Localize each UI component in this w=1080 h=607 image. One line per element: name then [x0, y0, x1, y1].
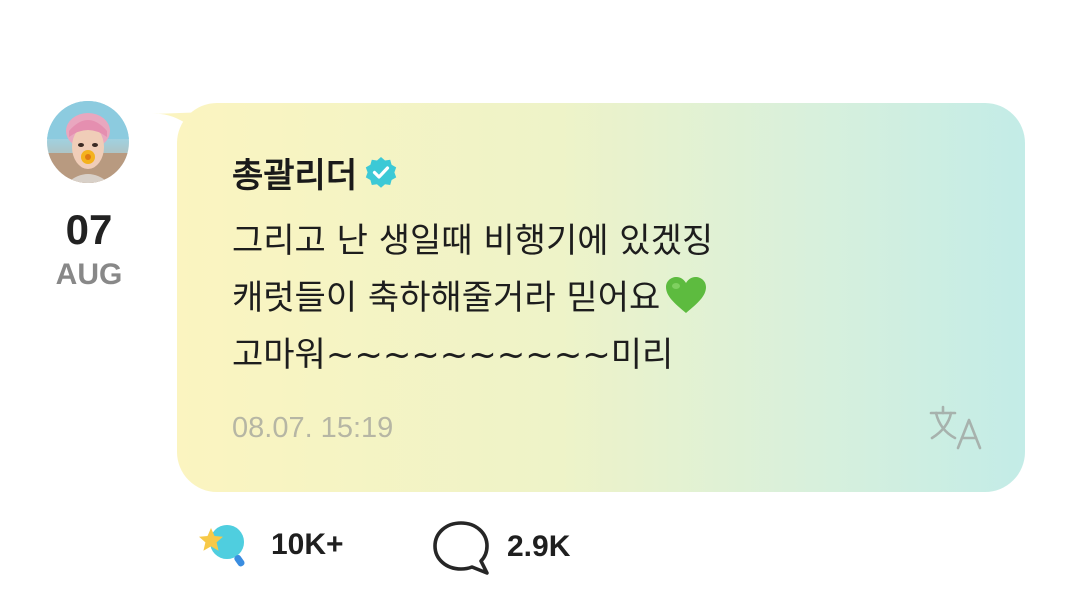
message-line-text: 캐럿들이 축하해줄거라 믿어요 [232, 278, 661, 318]
author-name[interactable]: 총괄리더 [232, 148, 357, 197]
comment-count: 2.9K [507, 530, 571, 563]
message-line-text: 고마워~~~~~~~~~~미리 [232, 335, 674, 375]
post-card: 07 AUG 총괄리더 그리고 난 생일때 비행기에 있겠징 캐럿들이 축하해줄… [0, 0, 1080, 607]
reaction-star-icon [199, 525, 245, 567]
post-timestamp: 08.07. 15:19 [232, 412, 394, 444]
reaction-button[interactable]: 10K+ [197, 521, 344, 569]
author-row: 총괄리더 [232, 148, 399, 197]
message-line: 그리고 난 생일때 비행기에 있겠징 [232, 213, 1002, 270]
post-date-month: AUG [55, 258, 123, 291]
translate-icon[interactable] [928, 404, 984, 452]
message-body: 그리고 난 생일때 비행기에 있겠징 캐럿들이 축하해줄거라 믿어요 고마워~~… [232, 213, 1002, 384]
post-date-day: 07 [65, 206, 113, 253]
message-line: 캐럿들이 축하해줄거라 믿어요 [232, 270, 1002, 327]
message-line: 고마워~~~~~~~~~~미리 [232, 327, 1002, 384]
comment-button[interactable]: 2.9K [431, 519, 570, 575]
message-line-text: 그리고 난 생일때 비행기에 있겠징 [232, 221, 714, 261]
reaction-count: 10K+ [271, 528, 344, 561]
comment-bubble-icon [433, 521, 489, 575]
green-heart-icon [666, 277, 707, 313]
verified-badge-icon [365, 156, 397, 188]
avatar-image [47, 101, 129, 183]
avatar[interactable] [47, 101, 129, 183]
